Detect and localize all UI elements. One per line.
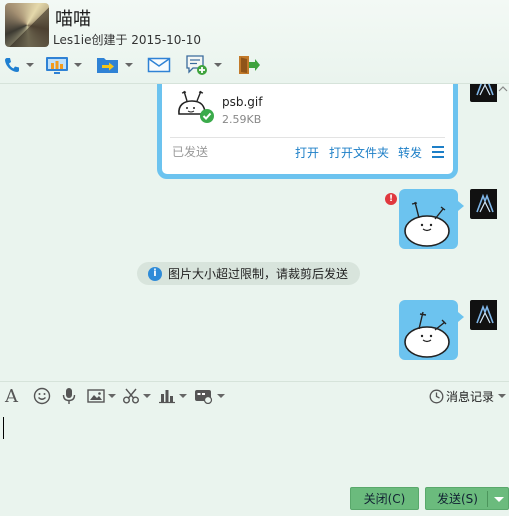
system-notice: i 图片大小超过限制，请裁剪后发送	[137, 262, 360, 285]
chevron-down-icon[interactable]	[26, 63, 34, 67]
chat-subtitle: Les1ie创建于 2015-10-10	[53, 33, 202, 47]
header-toolbar	[0, 52, 300, 78]
message-add-icon	[186, 55, 207, 75]
file-transfer-icon	[97, 58, 118, 73]
screen-share-icon	[46, 57, 68, 74]
phone-icon	[5, 58, 19, 72]
chevron-down-icon[interactable]	[125, 63, 133, 67]
voice-button[interactable]	[61, 382, 77, 410]
chevron-down-icon	[498, 394, 506, 398]
clock-icon	[429, 389, 444, 403]
logo-icon	[476, 84, 494, 96]
sticker-image	[404, 201, 450, 247]
chevron-down-icon[interactable]	[217, 394, 225, 398]
chevron-down-icon[interactable]	[143, 394, 151, 398]
more-apps-button[interactable]	[194, 382, 225, 410]
user-avatar[interactable]	[470, 189, 500, 219]
message-add-button[interactable]	[185, 52, 222, 78]
message-history-button[interactable]: 消息记录	[429, 382, 506, 410]
mail-button[interactable]	[147, 52, 171, 78]
exit-group-button[interactable]	[236, 52, 262, 78]
group-avatar[interactable]	[5, 3, 49, 47]
scroll-up-icon[interactable]	[498, 86, 508, 92]
chat-messages: psb.gif 2.59KB 已发送 打开 打开文件夹 转发 ! i 图片大小超…	[0, 84, 509, 380]
file-status: 已发送	[172, 145, 209, 159]
open-file-link[interactable]: 打开	[295, 144, 319, 161]
info-icon: i	[148, 266, 162, 281]
font-icon: A	[5, 385, 18, 407]
chevron-down-icon[interactable]	[179, 394, 187, 398]
chat-header: 喵喵 Les1ie创建于 2015-10-10	[0, 0, 509, 84]
mail-icon	[147, 57, 171, 73]
chat-scrollbar[interactable]	[497, 84, 509, 380]
close-button-label: 关闭(C)	[363, 492, 406, 506]
chevron-down-icon[interactable]	[74, 63, 82, 67]
screen-share-button[interactable]	[45, 52, 82, 78]
message-input[interactable]	[0, 409, 509, 485]
file-transfer-button[interactable]	[96, 52, 133, 78]
scissors-icon	[123, 388, 139, 404]
file-size: 2.59KB	[222, 113, 262, 126]
notice-text: 图片大小超过限制，请裁剪后发送	[168, 267, 349, 281]
image-button[interactable]	[87, 382, 116, 410]
sticker-image	[404, 311, 450, 358]
file-name: psb.gif	[222, 95, 263, 109]
phone-button[interactable]	[3, 52, 34, 78]
smiley-icon	[33, 387, 51, 405]
error-badge[interactable]: !	[385, 193, 397, 205]
chevron-down-icon[interactable]	[108, 394, 116, 398]
open-folder-link[interactable]: 打开文件夹	[329, 144, 389, 161]
image-icon	[87, 389, 105, 403]
close-button[interactable]: 关闭(C)	[350, 487, 419, 510]
exit-icon	[239, 56, 260, 74]
bar-chart-icon	[159, 390, 175, 404]
font-button[interactable]: A	[5, 382, 18, 410]
input-toolbar: A 消息记录	[0, 381, 509, 409]
card-divider	[170, 137, 445, 138]
user-avatar[interactable]	[470, 84, 500, 102]
button-divider	[487, 491, 488, 507]
microphone-icon	[62, 388, 76, 404]
logo-icon	[476, 193, 494, 213]
chevron-down-icon[interactable]	[214, 63, 222, 67]
menu-icon[interactable]	[432, 146, 444, 161]
apps-icon	[195, 390, 213, 404]
image-message-bubble[interactable]	[399, 189, 464, 249]
poll-button[interactable]	[158, 382, 187, 410]
history-label: 消息记录	[445, 389, 494, 404]
screenshot-button[interactable]	[122, 382, 151, 410]
gif-file-thumbnail[interactable]	[174, 84, 216, 125]
send-button-label: 发送(S)	[437, 492, 478, 506]
file-message-card: psb.gif 2.59KB 已发送 打开 打开文件夹 转发	[157, 84, 458, 179]
send-button[interactable]: 发送(S)	[425, 487, 509, 510]
forward-link[interactable]: 转发	[398, 144, 422, 161]
image-message-bubble[interactable]	[399, 300, 464, 360]
chat-title: 喵喵	[55, 9, 91, 30]
user-avatar[interactable]	[470, 300, 500, 330]
emoji-button[interactable]	[33, 382, 51, 410]
text-cursor	[3, 417, 4, 439]
send-options-chevron-icon[interactable]	[494, 497, 504, 502]
logo-icon	[476, 304, 494, 324]
